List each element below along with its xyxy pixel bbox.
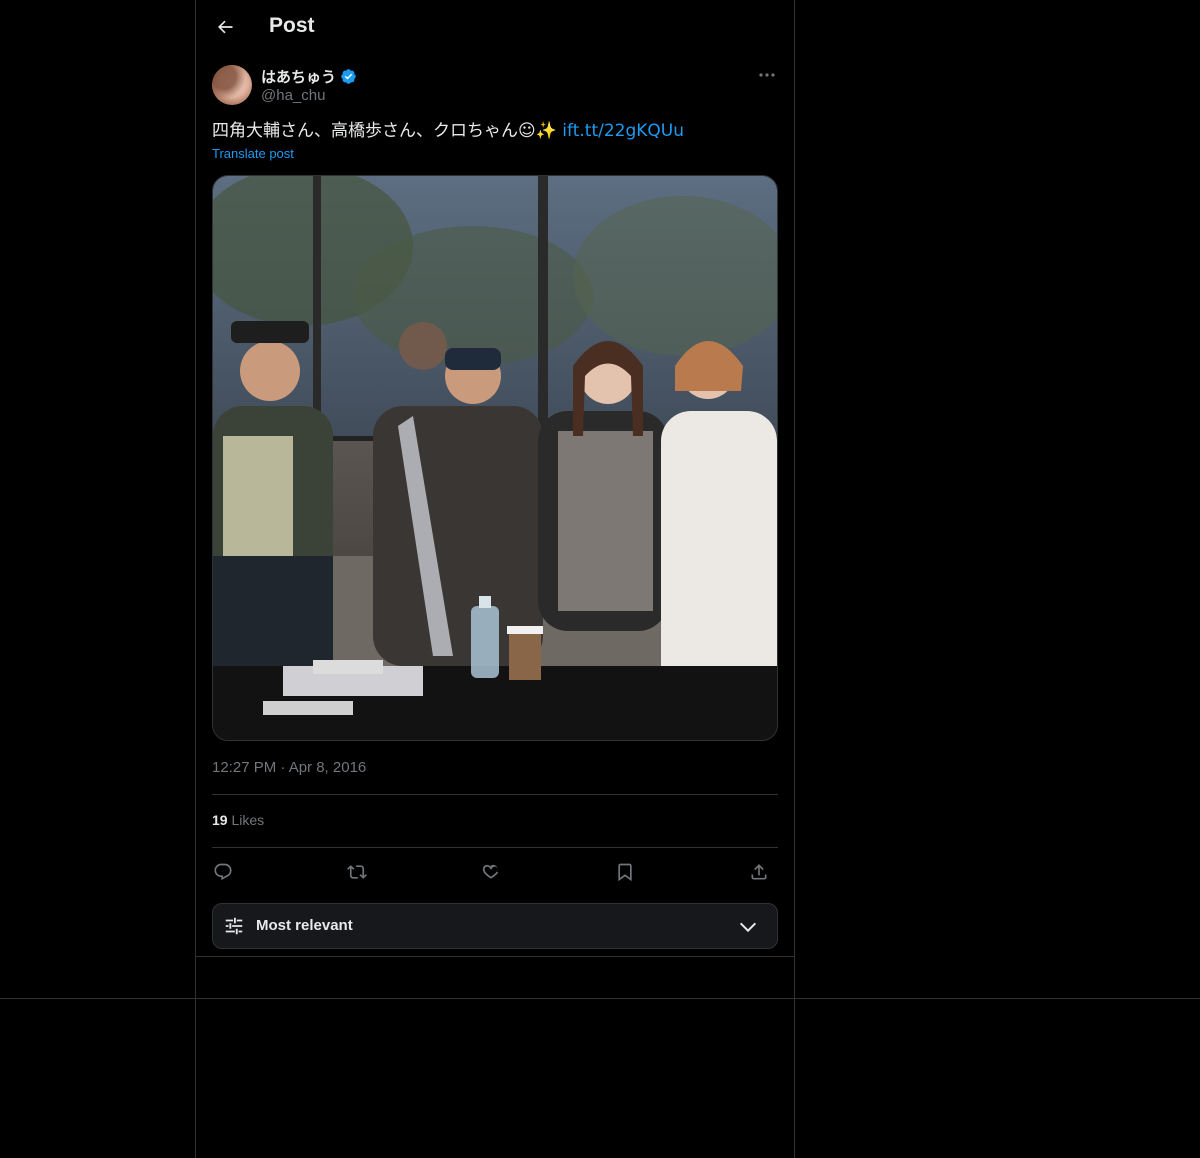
page-title: Post [269, 14, 315, 37]
divider [212, 847, 778, 848]
bookmark-button[interactable] [608, 855, 642, 889]
translate-post-link[interactable]: Translate post [212, 146, 294, 161]
sliders-icon [225, 917, 243, 935]
back-button[interactable] [208, 10, 242, 44]
likes-stat[interactable]: 19 Likes [212, 812, 264, 828]
reply-button[interactable] [206, 855, 240, 889]
page-header: Post [196, 0, 794, 53]
divider [212, 794, 778, 795]
post-photo[interactable] [212, 175, 778, 741]
more-options-button[interactable] [756, 65, 778, 85]
like-button[interactable] [474, 855, 508, 889]
post-body: 四角大輔さん、高橋歩さん、クロちゃん☺✨ [212, 121, 563, 141]
author-display-name[interactable]: はあちゅう [261, 66, 336, 87]
reply-icon [214, 863, 232, 881]
sort-replies-dropdown[interactable]: Most relevant [212, 903, 778, 949]
share-icon [751, 864, 767, 880]
verified-badge-icon[interactable] [340, 68, 357, 85]
like-icon [482, 864, 499, 879]
post-author: はあちゅう @ha_chu [212, 65, 778, 107]
more-icon [759, 73, 775, 77]
action-bar [212, 855, 778, 889]
arrow-left-icon [218, 20, 233, 34]
share-button[interactable] [742, 855, 776, 889]
post-text: 四角大輔さん、高橋歩さん、クロちゃん☺✨ ift.tt/22gKQUu [212, 119, 778, 143]
author-handle[interactable]: @ha_chu [261, 87, 325, 104]
likes-label: Likes [231, 812, 265, 828]
bookmark-icon [618, 863, 632, 882]
main-column: Post はあちゅう @ha_chu 四角大輔さん、高橋歩さん、クロちゃん☺✨ … [195, 0, 795, 1158]
chevron-down-icon [739, 922, 757, 933]
post-link[interactable]: ift.tt/22gKQUu [562, 121, 684, 141]
post-timestamp[interactable]: 12:27 PM · Apr 8, 2016 [212, 759, 366, 776]
repost-icon [347, 865, 367, 879]
author-name-row[interactable]: はあちゅう [261, 66, 357, 87]
likes-count: 19 [212, 812, 228, 828]
photo-image [213, 176, 777, 740]
divider [196, 956, 794, 957]
sort-label: Most relevant [256, 917, 353, 934]
repost-button[interactable] [340, 855, 374, 889]
avatar[interactable] [212, 65, 252, 105]
